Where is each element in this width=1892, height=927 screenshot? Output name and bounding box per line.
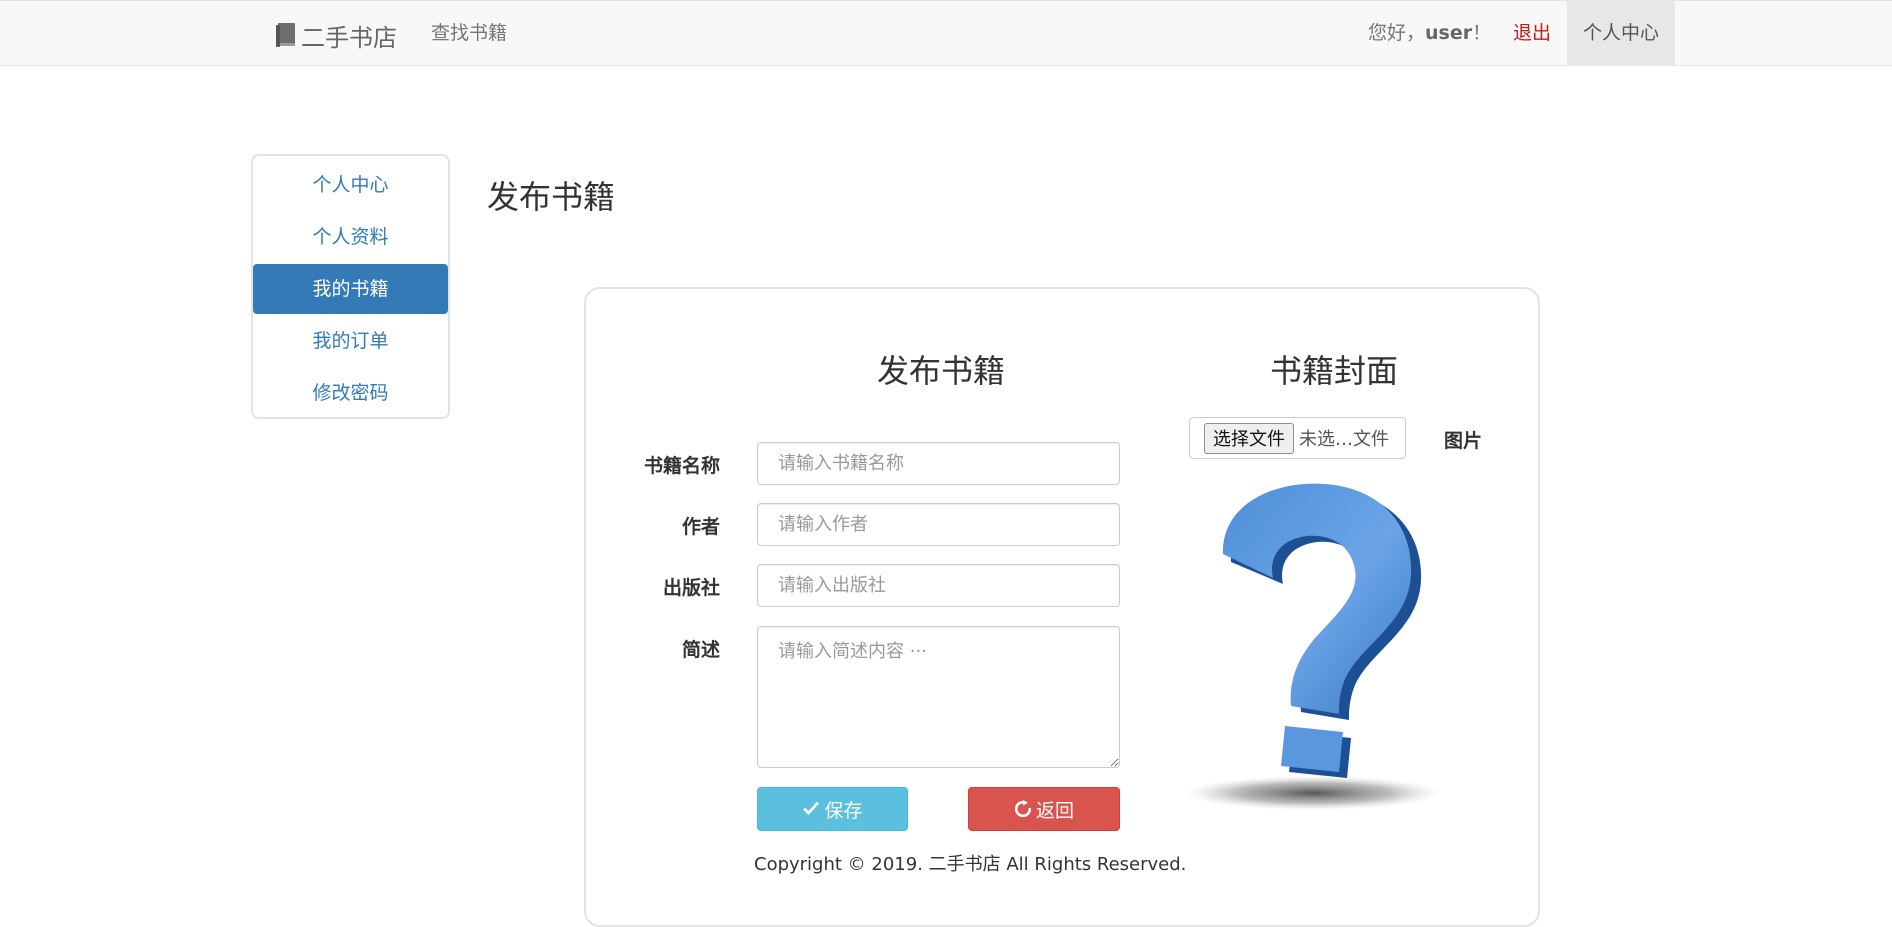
back-button[interactable]: 返回 (968, 787, 1120, 831)
greeting-prefix: 您好， (1368, 22, 1426, 44)
sidebar-item-my-books[interactable]: 我的书籍 (253, 264, 448, 314)
nav-user-center[interactable]: 个人中心 (1567, 1, 1675, 65)
check-icon (802, 801, 820, 817)
copyright-text: Copyright © 2019. 二手书店 All Rights Reserv… (754, 854, 1187, 875)
book-name-label: 书籍名称 (643, 455, 720, 477)
page-title: 发布书籍 (487, 178, 616, 216)
book-name-input[interactable] (757, 442, 1120, 485)
publisher-input[interactable] (757, 564, 1120, 607)
cover-title: 书籍封面 (1270, 352, 1399, 390)
file-upload-field[interactable]: 选择文件 未选…文件 (1189, 417, 1406, 459)
back-button-label: 返回 (1035, 799, 1074, 822)
brand-text: 二手书店 (301, 23, 397, 52)
author-input[interactable] (757, 503, 1120, 546)
greeting: 您好，user！ (1368, 1, 1491, 65)
picture-label: 图片 (1444, 430, 1483, 452)
save-button[interactable]: 保存 (757, 787, 908, 831)
form-title: 发布书籍 (877, 352, 1006, 390)
refresh-icon (1014, 800, 1032, 818)
sidebar-item-profile[interactable]: 个人资料 (253, 212, 448, 262)
brand-link[interactable]: 二手书店 (275, 19, 397, 52)
greeting-suffix: ！ (1472, 22, 1492, 44)
nav-find-books[interactable]: 查找书籍 (431, 1, 507, 65)
summary-label: 简述 (681, 639, 720, 661)
sidebar-item-user-center[interactable]: 个人中心 (253, 160, 448, 210)
author-label: 作者 (681, 516, 720, 538)
book-icon (276, 23, 295, 47)
username: user (1425, 22, 1473, 44)
sidebar-item-my-orders[interactable]: 我的订单 (253, 316, 448, 366)
summary-textarea[interactable] (757, 626, 1120, 768)
file-status-text: 未选…文件 (1299, 429, 1389, 450)
sidebar-item-change-password[interactable]: 修改密码 (253, 368, 448, 418)
logout-link[interactable]: 退出 (1513, 1, 1551, 65)
question-mark-icon (1185, 483, 1441, 810)
save-button-label: 保存 (824, 799, 863, 822)
publisher-label: 出版社 (662, 577, 720, 599)
sidebar: 个人中心 个人资料 我的书籍 我的订单 修改密码 (251, 154, 450, 419)
choose-file-button[interactable]: 选择文件 (1204, 422, 1294, 454)
navbar: 二手书店 查找书籍 您好，user！ 退出 个人中心 (0, 0, 1892, 66)
